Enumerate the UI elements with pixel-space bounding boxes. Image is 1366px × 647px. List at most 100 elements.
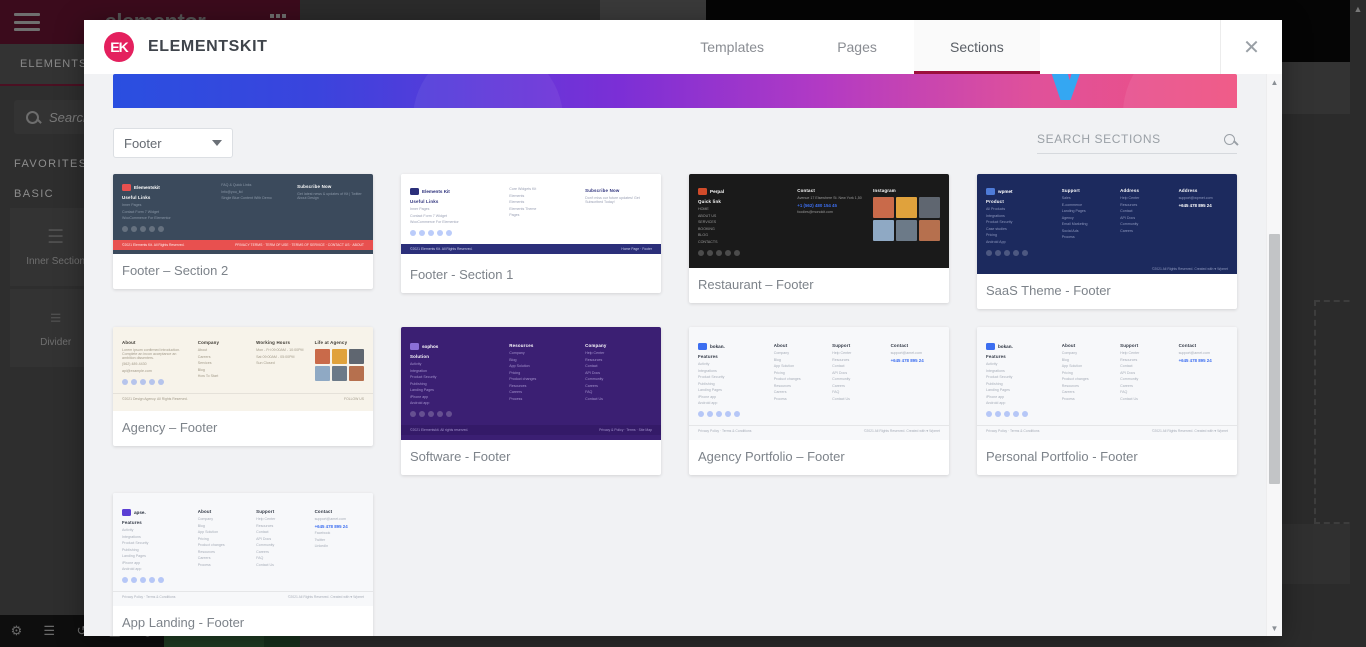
footer-link[interactable]: Careers <box>1062 390 1111 395</box>
footer-link[interactable]: Process <box>1062 397 1111 402</box>
footer-link[interactable]: Contact <box>585 364 652 369</box>
footer-link[interactable]: Android app <box>698 401 765 406</box>
section-preview-thumbnail[interactable]: Elementskit Useful Links Inner Pages Contac… <box>113 174 373 254</box>
footer-link[interactable]: Core Widgets Kit <box>509 187 576 192</box>
footer-link[interactable]: Process <box>774 397 823 402</box>
footer-link[interactable]: Sales <box>1062 196 1111 201</box>
footer-link[interactable]: FAQ <box>256 556 305 561</box>
social-icon[interactable] <box>149 226 155 233</box>
footer-link[interactable]: Agency <box>1062 216 1111 221</box>
footer-link[interactable]: Integrations <box>986 369 1053 374</box>
footer-link[interactable]: ABOUT US <box>698 214 788 219</box>
footer-link[interactable]: About <box>198 348 247 353</box>
footer-link[interactable]: Single Blue Content With Demo <box>221 196 288 201</box>
footer-link[interactable]: FAQ <box>1120 390 1169 395</box>
footer-link[interactable]: Contact Us <box>832 397 881 402</box>
footer-link[interactable]: Careers <box>1120 384 1169 389</box>
social-icon[interactable] <box>716 411 722 418</box>
footer-link[interactable]: Pricing <box>509 371 576 376</box>
section-template-card[interactable]: sophos Solution Activity Integration Product… <box>401 327 661 475</box>
footer-link[interactable]: (562) 489-4430 <box>122 362 189 367</box>
footer-link[interactable]: iPhone app <box>986 395 1053 400</box>
footer-link[interactable]: Activity <box>698 362 765 367</box>
footer-link[interactable]: WooCommerce For Elementor <box>410 220 500 225</box>
footer-link[interactable]: Email Marketing <box>1062 222 1111 227</box>
footer-link[interactable]: Help Center <box>585 351 652 356</box>
social-icon[interactable] <box>986 249 992 256</box>
footer-link[interactable]: Community <box>832 377 881 382</box>
section-preview-thumbnail[interactable]: bokan. Features Activity Integrations Produc… <box>689 327 949 440</box>
social-icon[interactable] <box>995 411 1001 418</box>
tab-pages[interactable]: Pages <box>800 20 914 74</box>
search-input[interactable] <box>1037 132 1202 146</box>
editor-scrollbar[interactable]: ▲ <box>1350 0 1366 647</box>
footer-link[interactable]: Blog <box>774 358 823 363</box>
footer-link[interactable]: Don't miss our future updates! Get Subsc… <box>585 196 652 205</box>
footer-link[interactable]: Inner Pages <box>122 203 212 208</box>
social-icon[interactable] <box>131 378 137 385</box>
social-icon[interactable] <box>122 378 128 385</box>
footer-link[interactable]: Android app <box>986 401 1053 406</box>
footer-link[interactable]: Avenue 17 Elsewhere St. New York 1,50 <box>797 196 864 201</box>
footer-link[interactable]: E-commerce <box>1062 203 1111 208</box>
footer-link[interactable]: Publishing <box>122 548 189 553</box>
social-icon[interactable] <box>1004 411 1010 418</box>
social-icon[interactable] <box>725 249 731 256</box>
footer-link[interactable]: Case studies <box>986 227 1053 232</box>
footer-link[interactable]: +645 478 895 24 <box>1179 358 1228 364</box>
section-preview-thumbnail[interactable]: Elements Kit Useful Links Inner Pages Conta… <box>401 174 661 258</box>
section-preview-thumbnail[interactable]: sophos Solution Activity Integration Product… <box>401 327 661 440</box>
modal-scrollbar[interactable]: ▲ ▼ <box>1266 74 1282 636</box>
footer-link[interactable]: +645 478 895 24 <box>315 524 364 530</box>
footer-link[interactable]: Publishing <box>698 382 765 387</box>
footer-link[interactable]: Product Security <box>122 541 189 546</box>
footer-link[interactable]: support@wpmet.com <box>1179 196 1228 201</box>
footer-link[interactable]: Contact Form 7 Widget <box>122 210 212 215</box>
social-icon[interactable] <box>419 411 425 418</box>
footer-link[interactable]: Twitter <box>315 538 364 543</box>
footer-link[interactable]: support@amet.com <box>1179 351 1228 356</box>
footer-link[interactable]: support@amet.com <box>891 351 940 356</box>
footer-link[interactable]: Product changes <box>198 543 247 548</box>
footer-link[interactable]: API Docs <box>585 371 652 376</box>
social-icon[interactable] <box>707 249 713 256</box>
footer-link[interactable]: api@example.com <box>122 369 189 374</box>
footer-link[interactable]: Careers <box>198 355 247 360</box>
section-template-card[interactable]: bokan. Features Activity Integrations Produc… <box>689 327 949 475</box>
footer-link[interactable]: Company <box>198 517 247 522</box>
section-preview-thumbnail[interactable]: About Lorem ipsum confirmed introduction.… <box>113 327 373 411</box>
social-icon[interactable] <box>707 411 713 418</box>
social-icon[interactable] <box>1004 249 1010 256</box>
social-icon[interactable] <box>140 226 146 233</box>
footer-link[interactable]: App Solution <box>509 364 576 369</box>
social-icon[interactable] <box>1013 411 1019 418</box>
footer-link[interactable]: Pricing <box>198 537 247 542</box>
footer-link[interactable]: Blog <box>198 524 247 529</box>
footer-link[interactable]: Contact <box>256 530 305 535</box>
footer-link[interactable]: Community <box>585 377 652 382</box>
footer-link[interactable]: Process <box>198 563 247 568</box>
social-icon[interactable] <box>716 249 722 256</box>
footer-link[interactable]: Activity <box>986 362 1053 367</box>
footer-link[interactable]: Services <box>198 361 247 366</box>
footer-link[interactable]: Facebook <box>315 531 364 536</box>
footer-link[interactable]: Company <box>1062 351 1111 356</box>
footer-link[interactable]: Help Center <box>256 517 305 522</box>
footer-link[interactable]: Integration <box>410 369 500 374</box>
footer-link[interactable]: Product Security <box>410 375 500 380</box>
footer-link[interactable]: All Products <box>986 207 1053 212</box>
footer-link[interactable]: API Docs <box>256 537 305 542</box>
footer-link[interactable]: Careers <box>509 390 576 395</box>
footer-link[interactable]: FAQ <box>585 390 652 395</box>
footer-link[interactable]: Landing Pages <box>986 388 1053 393</box>
footer-link[interactable]: Blog <box>198 368 247 373</box>
footer-link[interactable]: Blog <box>509 358 576 363</box>
footer-link[interactable]: Info@you_ltd <box>221 190 288 195</box>
footer-link[interactable]: Resources <box>774 384 823 389</box>
footer-link[interactable]: Mon - Fri 09:00AM - 10:00PM <box>256 348 305 353</box>
social-icon[interactable] <box>1013 249 1019 256</box>
footer-link[interactable]: Product Security <box>698 375 765 380</box>
social-icon[interactable] <box>1022 249 1028 256</box>
footer-link[interactable]: Resources <box>1120 203 1169 208</box>
footer-link[interactable]: Resources <box>509 384 576 389</box>
